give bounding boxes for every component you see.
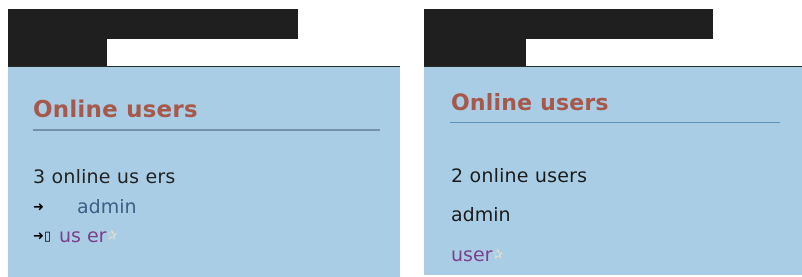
star-icon: ✰ bbox=[106, 228, 118, 244]
block-title: Online users bbox=[33, 97, 198, 123]
user-link-admin[interactable]: admin bbox=[77, 196, 137, 218]
arrow-icon: ➜ bbox=[33, 199, 44, 215]
status-icons: ➜ bbox=[33, 196, 77, 220]
online-count: 3 online us ers bbox=[33, 166, 176, 188]
user-row-admin: admin bbox=[451, 203, 511, 227]
user-row-user: ➜▯ us er✰ bbox=[33, 224, 117, 249]
star-icon: ✰ bbox=[492, 247, 504, 263]
status-icons: ➜▯ bbox=[33, 225, 59, 249]
header-tab bbox=[8, 39, 107, 67]
online-users-block: Online users 3 online us ers ➜ admin ➜▯ … bbox=[8, 67, 400, 277]
right-pane: Online users 2 online users admin user✰ bbox=[424, 0, 802, 277]
online-count: 2 online users bbox=[451, 165, 588, 187]
user-link-admin[interactable]: admin bbox=[451, 204, 511, 226]
title-underline bbox=[33, 129, 380, 131]
user-link-user[interactable]: user bbox=[451, 244, 492, 266]
document-icon: ▯ bbox=[43, 228, 52, 244]
user-row-admin: ➜ admin bbox=[33, 195, 137, 220]
left-pane: Online users 3 online us ers ➜ admin ➜▯ … bbox=[8, 0, 400, 277]
user-link-user[interactable]: us er bbox=[59, 225, 106, 247]
header-bar bbox=[8, 9, 298, 39]
arrow-icon: ➜ bbox=[33, 228, 44, 244]
online-users-block: Online users 2 online users admin user✰ bbox=[424, 67, 802, 275]
user-row-user: user✰ bbox=[451, 243, 503, 268]
header-tab bbox=[424, 39, 526, 67]
block-title: Online users bbox=[451, 91, 609, 116]
title-underline bbox=[450, 122, 780, 123]
header-bar bbox=[424, 9, 713, 39]
